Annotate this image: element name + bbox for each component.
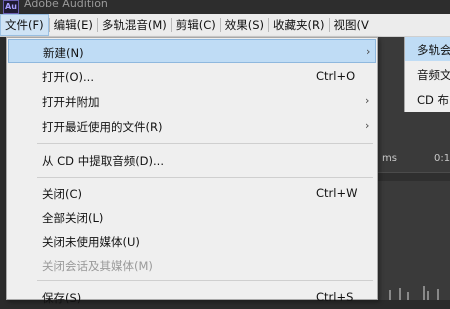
menu-item-close-unused-media[interactable]: 关闭未使用媒体(U) bbox=[8, 229, 376, 253]
menu-item-close-session-media: 关闭会话及其媒体(M) bbox=[8, 253, 376, 277]
menu-item-label: 打开并附加 bbox=[42, 95, 100, 109]
timeline-ruler[interactable]: ms 0:1 bbox=[378, 150, 450, 172]
menu-item-label: 打开(O)... bbox=[42, 70, 94, 84]
menu-item-close[interactable]: 关闭(C) Ctrl+W bbox=[8, 181, 376, 205]
submenu-arrow-icon: › bbox=[366, 45, 371, 58]
menu-item-label: 关闭(C) bbox=[42, 187, 83, 201]
submenu-arrow-icon: › bbox=[365, 94, 370, 107]
menu-item-open-recent[interactable]: 打开最近使用的文件(R) › bbox=[8, 114, 376, 138]
window-title: Adobe Audition bbox=[24, 0, 108, 10]
menu-item-shortcut: Ctrl+W bbox=[316, 186, 358, 200]
menu-view[interactable]: 视图(V bbox=[330, 14, 373, 36]
menu-item-open[interactable]: 打开(O)... Ctrl+O bbox=[8, 64, 376, 88]
menu-item-label: 新建(N) bbox=[43, 46, 84, 60]
menu-bar: 文件(F) 编辑(E) 多轨混音(M) 剪辑(C) 效果(S) 收藏夹(R) 视… bbox=[0, 14, 450, 37]
ruler-label-time: 0:1 bbox=[434, 153, 450, 164]
menu-item-save[interactable]: 保存(S) Ctrl+S bbox=[8, 285, 376, 309]
menu-item-shortcut: Ctrl+O bbox=[316, 69, 356, 83]
menu-item-label: 关闭会话及其媒体(M) bbox=[42, 259, 153, 273]
menu-item-label: 从 CD 中提取音频(D)... bbox=[42, 154, 164, 168]
menu-divider bbox=[37, 280, 373, 281]
menu-divider bbox=[37, 177, 373, 178]
menu-effects[interactable]: 效果(S) bbox=[221, 14, 268, 36]
submenu-item-cd-layout[interactable]: CD 布 bbox=[417, 92, 449, 108]
menu-item-label: 关闭未使用媒体(U) bbox=[42, 235, 140, 249]
title-bar: Au Adobe Audition bbox=[0, 0, 450, 14]
menu-item-new[interactable]: 新建(N) › bbox=[8, 39, 376, 63]
submenu-arrow-icon: › bbox=[365, 119, 370, 132]
file-dropdown-menu: 新建(N) › 打开(O)... Ctrl+O 打开并附加 › 打开最近使用的文… bbox=[6, 37, 378, 305]
submenu-item-multitrack-session[interactable]: 多轨会 bbox=[417, 42, 450, 58]
menu-item-extract-cd[interactable]: 从 CD 中提取音频(D)... bbox=[8, 148, 376, 172]
menu-clip[interactable]: 剪辑(C) bbox=[172, 14, 220, 36]
submenu-item-audio-file[interactable]: 音频文 bbox=[417, 67, 450, 83]
audition-logo-icon: Au bbox=[3, 0, 19, 14]
track-lane bbox=[378, 172, 450, 181]
ruler-label-ms: ms bbox=[382, 153, 397, 164]
menu-divider bbox=[37, 143, 373, 144]
waveform bbox=[389, 286, 439, 300]
menu-multitrack[interactable]: 多轨混音(M) bbox=[98, 14, 171, 36]
menu-file[interactable]: 文件(F) bbox=[0, 14, 49, 36]
menu-item-close-all[interactable]: 全部关闭(L) bbox=[8, 205, 376, 229]
menu-item-shortcut: Ctrl+S bbox=[316, 290, 354, 304]
menu-item-open-append[interactable]: 打开并附加 › bbox=[8, 89, 376, 113]
menu-item-label: 保存(S) bbox=[42, 291, 82, 305]
menu-favorites[interactable]: 收藏夹(R) bbox=[269, 14, 328, 36]
new-submenu: 多轨会 音频文 CD 布 bbox=[404, 37, 450, 112]
menu-item-label: 全部关闭(L) bbox=[42, 211, 104, 225]
menu-edit[interactable]: 编辑(E) bbox=[50, 14, 97, 36]
menu-item-label: 打开最近使用的文件(R) bbox=[42, 120, 163, 134]
